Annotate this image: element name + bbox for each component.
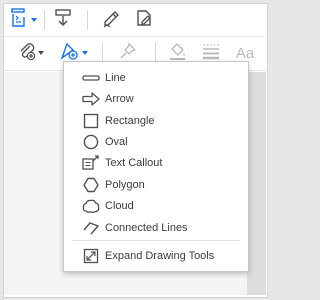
menu-divider [72, 240, 240, 241]
menu-item-label: Oval [105, 135, 128, 148]
stamp-button[interactable] [52, 8, 74, 33]
stamp-icon [53, 8, 73, 33]
menu-item-polygon[interactable]: Polygon [64, 174, 248, 195]
menu-item-arrow[interactable]: Arrow [64, 88, 248, 109]
page-layout-button[interactable] [9, 7, 29, 33]
oval-icon [81, 133, 101, 151]
line-icon [81, 69, 101, 87]
connected-lines-icon [81, 219, 101, 237]
toolbar-divider [87, 10, 88, 30]
menu-item-rectangle[interactable]: Rectangle [64, 110, 248, 131]
edit-document-icon [134, 8, 154, 33]
menu-item-label: Polygon [105, 178, 145, 191]
page-layout-icon [10, 7, 28, 33]
menu-item-label: Rectangle [105, 114, 155, 127]
menu-item-label: Text Callout [105, 156, 163, 169]
toolbar-divider [155, 43, 156, 63]
menu-item-cloud[interactable]: Cloud [64, 195, 248, 216]
attach-button[interactable] [17, 42, 37, 64]
polygon-icon [81, 176, 101, 194]
menu-item-line[interactable]: Line [64, 67, 248, 88]
rectangle-icon [81, 112, 101, 130]
drawing-tools-menu: Line Arrow Rectangle Oval Text Callout P… [63, 61, 249, 272]
menu-item-label: Connected Lines [105, 221, 188, 234]
menu-item-connected-lines[interactable]: Connected Lines [64, 217, 248, 238]
text-callout-icon [81, 154, 101, 172]
arrow-icon [81, 90, 101, 108]
chevron-down-icon[interactable] [81, 49, 89, 57]
right-pane-edge [247, 72, 266, 295]
cloud-icon [81, 197, 101, 215]
menu-item-label: Expand Drawing Tools [105, 249, 215, 262]
menu-item-oval[interactable]: Oval [64, 131, 248, 152]
menu-item-expand-drawing-tools[interactable]: Expand Drawing Tools [64, 245, 248, 266]
pen-sign-icon [101, 8, 121, 33]
pen-sign-button[interactable] [100, 9, 122, 31]
text-properties-label: Aa [235, 44, 255, 62]
chevron-down-icon[interactable] [37, 49, 45, 57]
menu-item-label: Cloud [105, 199, 134, 212]
toolbar-divider [44, 10, 45, 30]
toolbar-divider [102, 43, 103, 63]
chevron-down-icon[interactable] [30, 16, 38, 24]
expand-icon [81, 247, 101, 265]
menu-item-text-callout[interactable]: Text Callout [64, 152, 248, 173]
attach-icon [17, 41, 37, 66]
edit-document-button[interactable] [133, 9, 155, 31]
menu-item-label: Line [105, 71, 126, 84]
menu-item-label: Arrow [105, 92, 134, 105]
